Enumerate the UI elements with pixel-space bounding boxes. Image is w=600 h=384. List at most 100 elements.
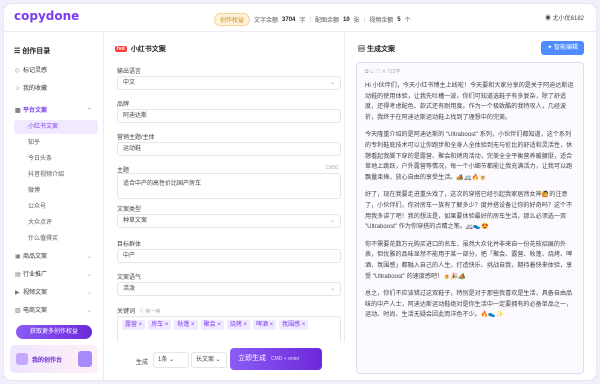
keyword-tag[interactable]: 烧烤 × — [226, 320, 250, 330]
user-icon: ◉ — [544, 16, 553, 22]
images-value: 10 — [342, 16, 350, 23]
result-title: ▤ 生成文案 — [358, 46, 395, 53]
chevron-down-icon: ⌄ — [329, 286, 335, 292]
quota-stats: 创作权益 文字余额 3704 字 | 配图余额 10 张 | 视频余额 5 个 — [214, 13, 411, 26]
generate-bar: 生成 1条 ⌄ 长文案 ⌄ 立即生成 CMD + enter — [105, 342, 345, 380]
brand-input[interactable]: 阿迪达斯 — [117, 109, 341, 123]
language-label: 输出语言 — [117, 69, 142, 75]
sidebar-item-smzdm[interactable]: 什么值得买 — [14, 232, 98, 246]
images-unit: 张 — [353, 18, 360, 24]
magic-icon: ✦ — [547, 45, 554, 51]
word-count: 722字 — [387, 69, 401, 75]
sidebar-item-toutiao[interactable]: 今日头条 — [14, 152, 98, 166]
top-bar: copydone 创作权益 文字余额 3704 字 | 配图余额 10 张 | … — [4, 4, 596, 32]
sidebar: ☰ 创作目录 ◇ 标记灵感 ☆ 我的收藏 ▦ 平台文案 ⌃ 小红书文案 知乎 今日头条 … — [4, 32, 104, 380]
length-select[interactable]: 长文案 ⌄ — [191, 352, 227, 368]
keywords-box[interactable]: 露营 × 房车 × 秋蓬 × 聚会 × 烧烤 × 啤酒 × 氛围感 × — [117, 316, 341, 344]
chevron-up-icon: ⌃ — [86, 108, 92, 114]
chevron-down-icon: ⌄ — [86, 254, 92, 260]
sidebar-item-bookmark[interactable]: ◇ 标记灵感 — [10, 64, 98, 78]
user-name: 尤小优6182 — [552, 16, 584, 22]
result-paragraph: Hi 小伙伴们，今天小红书博主上线啦！今天要和大家分享的是关于阿迪达斯运动鞋的使… — [365, 82, 574, 121]
form-title: hot 小红书文案 — [115, 46, 166, 53]
menu-icon: ☰ — [14, 48, 23, 55]
keywords-label: 关键词 ① 换一换 — [117, 309, 161, 315]
star-icon: ☆ — [15, 86, 21, 92]
upgrade-button[interactable]: 获取更多创作权益 — [16, 325, 92, 339]
promo-icon: ▤ — [15, 272, 21, 278]
result-paragraph: 好了，现在我要走进重头戏了，这次的穿搭已经引起我家居然女神🙋的注意了，小伙伴们，… — [365, 191, 573, 231]
keyword-tag[interactable]: 房车 × — [148, 320, 172, 330]
bookmark-icon: ◇ — [15, 68, 20, 74]
copy-type-select[interactable]: 种草文案 ⌄ — [117, 214, 341, 228]
illustration-icon — [78, 351, 92, 367]
user-menu[interactable]: ◉ 尤小优6182 — [545, 13, 584, 22]
keyword-tag[interactable]: 氛围感 × — [279, 320, 309, 330]
keyword-tag[interactable]: 秋蓬 × — [174, 320, 198, 330]
video-icon: ▶ — [15, 290, 20, 296]
result-panel: ▤ 生成文案 ✦ 智能编辑 ⧉ ↻ ♡ ✕ 722字 Hi 小伙伴们，今天小红书… — [346, 32, 596, 380]
sidebar-item-xiaohongshu[interactable]: 小红书文案 — [14, 120, 98, 134]
sidebar-item-product[interactable]: ▣ 商品文案 ⌄ — [10, 250, 98, 264]
result-paragraph: 今天隆重介绍的是阿迪达斯的 "Ultraboost" 系列，小伙伴们都知道，这个… — [365, 131, 573, 181]
chevron-down-icon: ⌄ — [86, 308, 92, 314]
sidebar-item-video[interactable]: ▶ 视频文案 ⌄ — [10, 286, 98, 300]
tone-select[interactable]: 活泼 ⌄ — [117, 282, 341, 296]
smart-edit-button[interactable]: ✦ 智能编辑 — [541, 41, 584, 55]
words-label: 文字余额 — [254, 18, 279, 24]
sidebar-item-dianping[interactable]: 大众点评 — [14, 216, 98, 230]
sidebar-item-wechat[interactable]: 公众号 — [14, 200, 98, 214]
topic-textarea[interactable]: 适合中产的高性价比国产房车 — [117, 173, 341, 199]
product-label: 营销主题/主体 — [117, 135, 155, 141]
sidebar-group-platform[interactable]: ▦ 平台文案 ⌃ — [10, 104, 98, 118]
topic-counter: 13/50 — [325, 165, 338, 171]
grid-icon: ▦ — [15, 108, 21, 114]
chevron-down-icon: ⌄ — [329, 80, 335, 86]
shortcut-hint: CMD + enter — [271, 356, 300, 362]
videos-unit: 个 — [404, 18, 411, 24]
sidebar-item-promo[interactable]: ▤ 行业推广 ⌄ — [10, 268, 98, 282]
divider: | — [309, 16, 311, 23]
copy-type-label: 文案类型 — [117, 207, 142, 213]
words-value: 3704 — [282, 16, 296, 23]
sidebar-title: ☰ 创作目录 — [14, 48, 51, 55]
images-label: 配图余额 — [314, 18, 339, 24]
keyword-tag[interactable]: 啤酒 × — [252, 320, 277, 330]
sidebar-item-weibo[interactable]: 微博 — [14, 184, 98, 198]
videos-label: 视频余额 — [369, 18, 394, 24]
result-text[interactable]: Hi 小伙伴们，今天小红书博主上线啦！今天要和大家分享的是关于阿迪达斯运动鞋的使… — [365, 81, 577, 328]
sidebar-item-douyin[interactable]: 抖音视频介绍 — [14, 168, 98, 182]
sidebar-item-zhihu[interactable]: 知乎 — [14, 136, 98, 150]
member-benefits-button[interactable]: 创作权益 — [214, 13, 251, 26]
product-input[interactable]: 运动鞋 — [117, 142, 341, 156]
cart-icon: ▧ — [15, 308, 21, 314]
result-box: ⧉ ↻ ♡ ✕ 722字 Hi 小伙伴们，今天小红书博主上线啦！今天要和大家分享… — [356, 62, 584, 374]
result-paragraph: 你不需要花数万元购买进口的名车，虽然大众化并非来自一份花枝招展的外表，但优雅的品… — [365, 240, 573, 280]
generate-label: 生成 — [136, 360, 149, 366]
count-select[interactable]: 1条 ⌄ — [153, 352, 189, 368]
app-logo[interactable]: copydone — [14, 9, 79, 23]
workspace-icon — [16, 353, 28, 365]
brand-label: 品牌 — [117, 102, 130, 108]
words-unit: 字 — [299, 18, 306, 24]
shop-icon: ▣ — [15, 254, 21, 260]
result-paragraph: 总之，你们不应该错过这双鞋子，特别是对于那些我喜欢是生活，具备自由品味的中产人士… — [365, 290, 573, 319]
refresh-keywords-button[interactable]: ① 换一换 — [139, 309, 160, 315]
videos-value: 5 — [397, 16, 401, 23]
keyword-tag[interactable]: 露营 × — [122, 320, 146, 330]
chevron-down-icon: ⌄ — [86, 290, 92, 296]
document-icon: ▤ — [358, 46, 367, 53]
my-workspace-card[interactable]: 我的创作台 — [10, 345, 98, 373]
copy-form: hot 小红书文案 输出语言 中文 ⌄ 品牌 阿迪达斯 营销主题/主体 运动鞋 主题… — [105, 32, 345, 380]
keyword-tag[interactable]: 聚会 × — [200, 320, 224, 330]
chevron-down-icon: ⌄ — [86, 272, 92, 278]
generate-button[interactable]: 立即生成 CMD + enter — [230, 348, 322, 370]
language-select[interactable]: 中文 ⌄ — [117, 76, 341, 90]
divider: | — [363, 16, 366, 23]
sidebar-item-ecommerce[interactable]: ▧ 电商文案 ⌄ — [10, 304, 98, 318]
sidebar-item-favorites[interactable]: ☆ 我的收藏 — [10, 82, 98, 96]
tone-label: 文案语气 — [117, 275, 142, 281]
audience-label: 目标群体 — [117, 242, 142, 248]
audience-input[interactable]: 中产 — [117, 249, 341, 263]
result-toolbar: ⧉ ↻ ♡ ✕ 722字 — [365, 68, 401, 75]
